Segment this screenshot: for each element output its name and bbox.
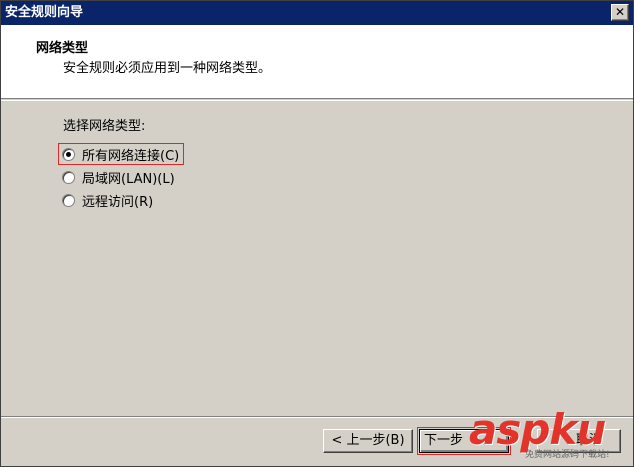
radio-lan[interactable]: 局域网(LAN)(L) [62,167,175,187]
radio-button-checked[interactable] [62,147,75,161]
header-divider [1,100,633,101]
close-icon[interactable]: ✕ [611,4,629,21]
wizard-window: 安全规则向导 ✕ 网络类型 安全规则必须应用到一种网络类型。 选择网络类型: 所… [0,0,634,467]
watermark-tagline: 免费网站源码下载站! [525,450,610,460]
radio-label-remote-access: 远程访问(R) [82,194,154,210]
radio-label-all-networks: 所有网络连接(C) [82,148,180,164]
radio-remote-access[interactable]: 远程访问(R) [62,190,153,210]
radio-all-networks[interactable]: 所有网络连接(C) [57,143,185,165]
network-type-prompt: 选择网络类型: [63,119,146,134]
radio-button[interactable] [62,170,75,184]
radio-button[interactable] [62,193,75,207]
wizard-header: 网络类型 安全规则必须应用到一种网络类型。 [1,25,633,99]
window-title: 安全规则向导 [5,5,84,20]
page-subtitle: 安全规则必须应用到一种网络类型。 [63,61,272,76]
watermark-logo: aspku 免费网站源码下载站! [467,405,627,465]
page-title: 网络类型 [36,41,89,56]
back-button[interactable]: < 上一步(B) [323,429,413,453]
title-bar[interactable]: 安全规则向导 ✕ [1,1,633,25]
radio-label-lan: 局域网(LAN)(L) [82,171,175,187]
